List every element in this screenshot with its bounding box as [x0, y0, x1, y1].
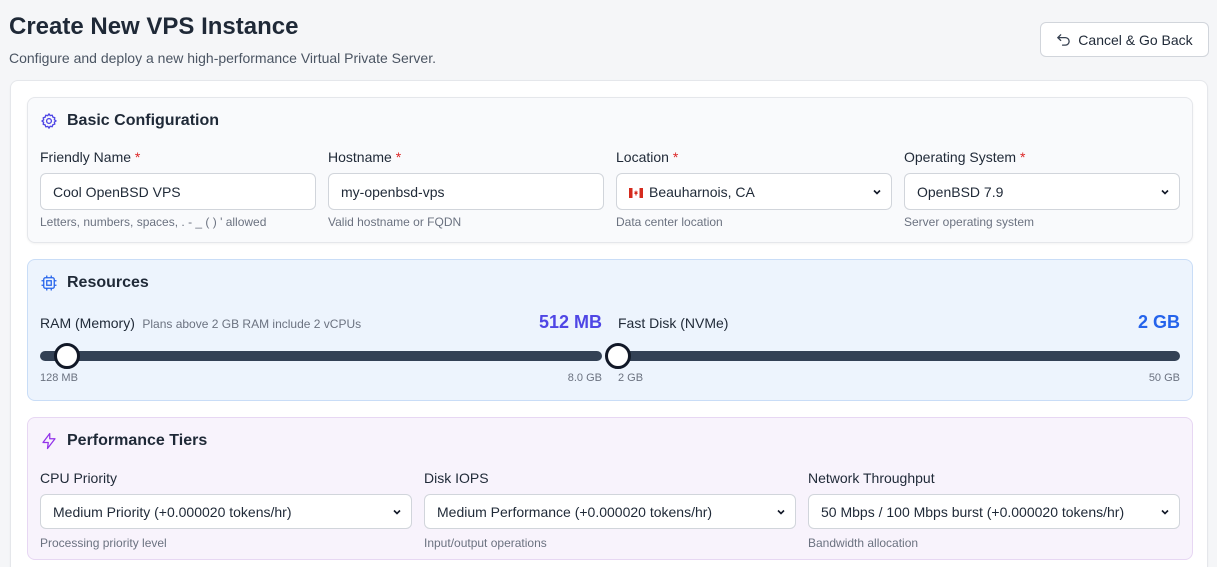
lightning-bolt-icon: [42, 432, 56, 450]
disk-label: Fast Disk (NVMe): [618, 315, 729, 331]
ram-label: RAM (Memory): [40, 315, 135, 331]
chevron-down-icon: [1161, 509, 1169, 515]
operating-system-field: Operating System * OpenBSD 7.9 Server op…: [904, 148, 1180, 229]
undo-arrow-icon: [1057, 34, 1071, 46]
gear-icon: [41, 113, 57, 129]
disk-iops-field: Disk IOPS Medium Performance (+0.000020 …: [424, 469, 796, 550]
basic-configuration-header: Basic Configuration: [40, 112, 219, 130]
ram-value: 512 MB: [538, 312, 602, 332]
disk-value: 2 GB: [1137, 312, 1180, 332]
disk-min-label: 2 GB: [618, 372, 644, 384]
hostname-helper: Valid hostname or FQDN: [328, 215, 462, 229]
friendly-name-helper: Letters, numbers, spaces, . - _ ( ) ' al…: [40, 215, 267, 229]
disk-max-label: 50 GB: [1148, 372, 1180, 384]
cpu-priority-value: Medium Priority (+0.000020 tokens/hr): [53, 503, 292, 520]
network-throughput-helper: Bandwidth allocation: [808, 536, 919, 550]
cpu-priority-field: CPU Priority Medium Priority (+0.000020 …: [40, 469, 412, 550]
ram-min-label: 128 MB: [40, 372, 78, 384]
operating-system-select[interactable]: OpenBSD 7.9: [904, 173, 1180, 210]
friendly-name-field: Friendly Name * Cool OpenBSD VPS Letters…: [40, 148, 316, 229]
operating-system-label: Operating System *: [904, 149, 1026, 165]
hostname-field: Hostname * my-openbsd-vps Valid hostname…: [328, 148, 604, 229]
disk-iops-label: Disk IOPS: [424, 470, 489, 486]
resources-section: Resources RAM (Memory) Plans above 2 GB …: [27, 259, 1193, 401]
location-select[interactable]: Beauharnois, CA: [616, 173, 892, 210]
cpu-priority-label: CPU Priority: [40, 470, 118, 486]
disk-iops-value: Medium Performance (+0.000020 tokens/hr): [437, 503, 713, 520]
cpu-priority-helper: Processing priority level: [40, 536, 167, 550]
performance-tiers-section: Performance Tiers CPU Priority Medium Pr…: [27, 417, 1193, 560]
location-label: Location *: [616, 149, 679, 165]
resources-header: Resources: [40, 274, 149, 292]
hostname-input[interactable]: my-openbsd-vps: [328, 173, 604, 210]
required-marker: *: [1019, 149, 1026, 165]
canada-flag-icon: [629, 187, 643, 198]
ram-slider-track[interactable]: [40, 343, 602, 369]
cpu-chip-icon: [41, 275, 57, 291]
disk-iops-helper: Input/output operations: [424, 536, 547, 550]
required-marker: *: [395, 149, 402, 165]
ram-note: Plans above 2 GB RAM include 2 vCPUs: [142, 317, 362, 331]
ram-slider-thumb[interactable]: [53, 343, 80, 369]
disk-slider-track[interactable]: [605, 343, 1180, 369]
network-throughput-field: Network Throughput 50 Mbps / 100 Mbps bu…: [808, 469, 1180, 550]
disk-slider-thumb[interactable]: [605, 343, 631, 369]
friendly-name-input[interactable]: Cool OpenBSD VPS: [40, 173, 316, 210]
network-throughput-value: 50 Mbps / 100 Mbps burst (+0.000020 toke…: [821, 503, 1125, 520]
operating-system-helper: Server operating system: [904, 215, 1035, 229]
page-subtitle: Configure and deploy a new high-performa…: [9, 50, 436, 66]
chevron-down-icon: [873, 189, 881, 195]
cpu-priority-select[interactable]: Medium Priority (+0.000020 tokens/hr): [40, 494, 412, 529]
chevron-down-icon: [1161, 189, 1169, 195]
chevron-down-icon: [393, 509, 401, 515]
disk-slider-field: Fast Disk (NVMe) 2 GB 2 GB 50 GB: [605, 312, 1180, 384]
create-vps-form-card: Basic Configuration Friendly Name * Cool…: [10, 80, 1208, 567]
network-throughput-label: Network Throughput: [808, 470, 935, 486]
location-value: Beauharnois, CA: [649, 183, 755, 200]
page-title: Create New VPS Instance: [9, 13, 299, 40]
cancel-go-back-button[interactable]: Cancel & Go Back: [1040, 22, 1209, 57]
basic-configuration-section: Basic Configuration Friendly Name * Cool…: [27, 97, 1193, 243]
location-field: Location * Beauharnois, CA Data center l…: [616, 148, 892, 229]
cancel-button-label: Cancel & Go Back: [1078, 31, 1193, 48]
ram-max-label: 8.0 GB: [567, 372, 602, 384]
performance-tiers-title: Performance Tiers: [67, 432, 208, 449]
friendly-name-label: Friendly Name *: [40, 149, 141, 165]
operating-system-value: OpenBSD 7.9: [917, 183, 1004, 200]
required-marker: *: [672, 149, 679, 165]
basic-configuration-title: Basic Configuration: [67, 112, 220, 129]
network-throughput-select[interactable]: 50 Mbps / 100 Mbps burst (+0.000020 toke…: [808, 494, 1180, 529]
ram-slider-field: RAM (Memory) Plans above 2 GB RAM includ…: [40, 312, 602, 384]
location-helper: Data center location: [616, 215, 723, 229]
performance-tiers-header: Performance Tiers: [40, 432, 207, 450]
disk-iops-select[interactable]: Medium Performance (+0.000020 tokens/hr): [424, 494, 796, 529]
required-marker: *: [134, 149, 141, 165]
chevron-down-icon: [777, 509, 785, 515]
resources-title: Resources: [67, 274, 149, 291]
hostname-label: Hostname *: [328, 149, 402, 165]
